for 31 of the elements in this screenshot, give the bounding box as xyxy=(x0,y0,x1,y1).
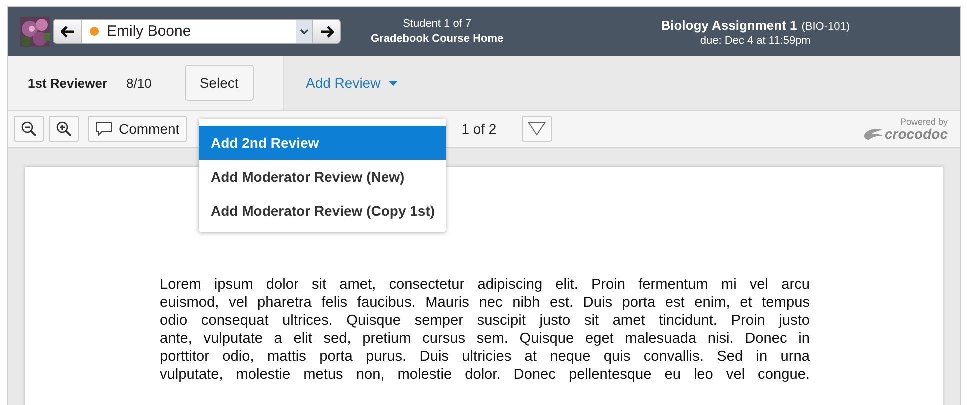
add-review-dropdown[interactable]: Add Review xyxy=(300,56,404,110)
menu-item[interactable]: Add 2nd Review xyxy=(199,126,446,160)
dropdown-caret-icon xyxy=(296,20,312,43)
reviewer-score: 8/10 xyxy=(126,76,152,90)
zoom-in-button[interactable] xyxy=(49,116,79,142)
page-indicator: 1 of 2 xyxy=(462,121,497,137)
document-paragraph: Lorem ipsum dolor sit amet, consectetur adipiscing elit. Proin fermentum mi vel arcu euismod, vel pharetra felis faucibus. Mauris nec nibh est. Duis porta est enim, et tempus odio consequat ultrices. Quisque semper suscipit justo sit amet tincidunt. Proin justo ante, vulputate a elit sed, pretium cursus sem. Quisque eget malesuada nisi. Donec in porttitor odio, mattis porta purus. Duis ultricies at neque quis convallis. Sed in urna vulputate, molestie metus non, molestie dolor. Donec pellentesque eu leo vel congue. xyxy=(160,276,810,384)
zoom-in-icon xyxy=(56,121,72,137)
assignment-title: Biology Assignment 1 xyxy=(661,18,798,32)
down-triangle-icon xyxy=(528,122,546,136)
course-home-link[interactable]: Gradebook Course Home xyxy=(371,33,504,45)
zoom-out-icon xyxy=(21,121,37,137)
left-arrow-icon xyxy=(60,26,74,38)
menu-item[interactable]: Add Moderator Review (Copy 1st) xyxy=(199,194,446,228)
student-count: Student 1 of 7 xyxy=(403,18,472,30)
speech-bubble-icon xyxy=(95,121,113,137)
caret-icon xyxy=(388,80,398,86)
comment-button[interactable]: Comment xyxy=(88,116,187,142)
brand-name: crocodoc xyxy=(884,127,948,141)
reviewer-label: 1st Reviewer xyxy=(28,76,108,90)
powered-by-label: Powered by xyxy=(900,117,948,127)
student-select[interactable]: Emily Boone xyxy=(81,20,313,43)
right-arrow-icon xyxy=(320,26,334,38)
menu-item[interactable]: Add Moderator Review (New) xyxy=(199,160,446,194)
next-page-button[interactable] xyxy=(522,116,552,142)
select-button[interactable]: Select xyxy=(184,65,254,101)
due-date: due: Dec 4 at 11:59pm xyxy=(700,34,811,46)
course-code: (BIO-101) xyxy=(802,20,850,32)
zoom-out-button[interactable] xyxy=(14,116,44,142)
previous-student-button[interactable] xyxy=(54,20,81,43)
next-student-button[interactable] xyxy=(313,20,340,43)
